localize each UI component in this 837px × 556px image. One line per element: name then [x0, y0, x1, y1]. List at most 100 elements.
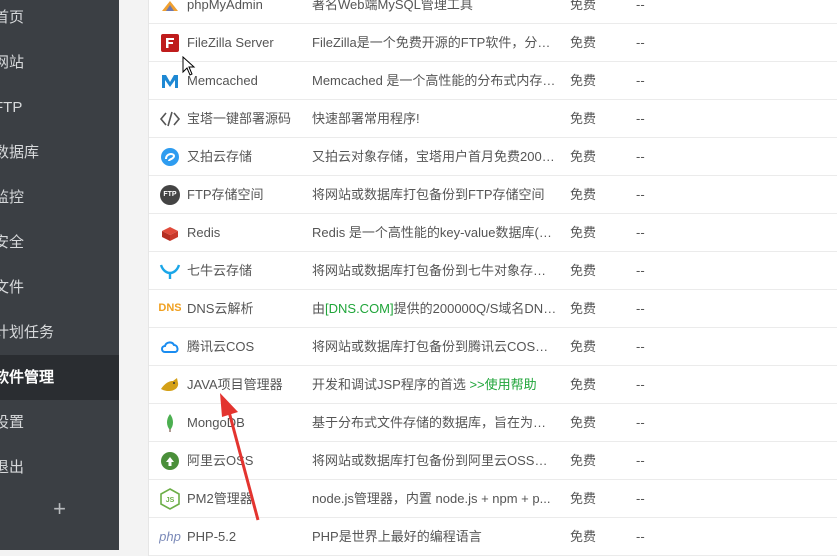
- software-name[interactable]: DNS云解析: [187, 290, 305, 327]
- software-desc: 将网站或数据库打包备份到腾讯云COS对象...: [312, 339, 558, 354]
- software-name[interactable]: 七牛云存储: [187, 252, 305, 289]
- software-expire: --: [636, 339, 645, 354]
- sidebar-item-settings[interactable]: 设置: [0, 400, 119, 445]
- ftp-storage-icon: FTP: [159, 176, 181, 213]
- sidebar-item-cron[interactable]: 计划任务: [0, 310, 119, 355]
- software-price: 免费: [570, 263, 597, 278]
- sidebar-item-label: 文件: [0, 279, 25, 296]
- main-content: phpMyAdmin 著名Web端MySQL管理工具 免费 -- FileZil…: [119, 0, 837, 556]
- svg-text:JS: JS: [166, 497, 175, 504]
- software-price: 免费: [570, 377, 597, 392]
- sidebar: 首页 网站 FTP 数据库 监控 安全 文件 计划任务 软件管理 设置 退出 +: [0, 0, 119, 550]
- software-name[interactable]: 阿里云OSS: [187, 442, 305, 479]
- software-price: 免费: [570, 491, 597, 506]
- software-price: 免费: [570, 149, 597, 164]
- table-row: 七牛云存储 将网站或数据库打包备份到七牛对象存储空... 免费 --: [149, 252, 837, 290]
- software-desc: 将网站或数据库打包备份到七牛对象存储空...: [312, 263, 558, 278]
- software-name[interactable]: MongoDB: [187, 404, 305, 441]
- sidebar-item-monitor[interactable]: 监控: [0, 175, 119, 220]
- php-icon: php: [159, 529, 181, 544]
- software-name[interactable]: 又拍云存储: [187, 138, 305, 175]
- software-desc: 将网站或数据库打包备份到FTP存储空间: [312, 187, 545, 202]
- software-name[interactable]: PM2管理器: [187, 480, 305, 517]
- software-price: 免费: [570, 301, 597, 316]
- software-name[interactable]: JAVA项目管理器: [187, 366, 305, 403]
- software-desc: Redis 是一个高性能的key-value数据库(要...: [312, 225, 558, 240]
- sidebar-item-label: 安全: [0, 234, 25, 251]
- sidebar-item-label: 首页: [0, 9, 25, 26]
- tencent-cloud-icon: [159, 328, 181, 365]
- table-row: 腾讯云COS 将网站或数据库打包备份到腾讯云COS对象... 免费 --: [149, 328, 837, 366]
- software-desc: 又拍云对象存储，宝塔用户首月免费200G...: [312, 149, 558, 164]
- add-button[interactable]: +: [0, 488, 119, 530]
- software-name[interactable]: PHP-5.2: [187, 518, 305, 555]
- mouse-cursor-icon: [182, 56, 196, 76]
- table-row: phpMyAdmin 著名Web端MySQL管理工具 免费 --: [149, 0, 837, 24]
- software-desc: PHP是世界上最好的编程语言: [312, 529, 482, 544]
- redis-icon: [159, 214, 181, 251]
- upyun-icon: [159, 138, 181, 175]
- code-icon: [159, 100, 181, 137]
- software-desc: FileZilla是一个免费开源的FTP软件，分为客...: [312, 35, 558, 50]
- software-price: 免费: [570, 225, 597, 240]
- software-price: 免费: [570, 187, 597, 202]
- sidebar-item-website[interactable]: 网站: [0, 40, 119, 85]
- table-row: 阿里云OSS 将网站或数据库打包备份到阿里云OSS对象... 免费 --: [149, 442, 837, 480]
- table-row: JS PM2管理器 node.js管理器，内置 node.js + npm + …: [149, 480, 837, 518]
- software-desc: Memcached 是一个高性能的分布式内存对...: [312, 73, 558, 88]
- software-desc: 将网站或数据库打包备份到阿里云OSS对象...: [312, 453, 558, 468]
- sidebar-item-label: 数据库: [0, 144, 40, 161]
- sidebar-item-database[interactable]: 数据库: [0, 130, 119, 175]
- software-name[interactable]: FileZilla Server: [187, 24, 305, 61]
- dns-link[interactable]: [DNS.COM]: [325, 301, 394, 316]
- tomcat-icon: [159, 366, 181, 403]
- sidebar-item-ftp[interactable]: FTP: [0, 85, 119, 130]
- software-price: 免费: [570, 339, 597, 354]
- software-price: 免费: [570, 73, 597, 88]
- mongodb-icon: [159, 404, 181, 441]
- software-expire: --: [636, 377, 645, 392]
- sidebar-item-label: 退出: [0, 459, 25, 476]
- software-desc: node.js管理器，内置 node.js + npm + p...: [312, 491, 551, 506]
- table-row: 宝塔一键部署源码 快速部署常用程序! 免费 --: [149, 100, 837, 138]
- sidebar-item-software[interactable]: 软件管理: [0, 355, 119, 400]
- software-price: 免费: [570, 453, 597, 468]
- software-price: 免费: [570, 35, 597, 50]
- software-expire: --: [636, 263, 645, 278]
- table-row: 又拍云存储 又拍云对象存储，宝塔用户首月免费200G... 免费 --: [149, 138, 837, 176]
- sidebar-item-home[interactable]: 首页: [0, 0, 119, 40]
- software-expire: --: [636, 149, 645, 164]
- software-desc: 由[DNS.COM]提供的200000Q/S域名DNS...: [312, 301, 558, 316]
- qiniu-icon: [159, 252, 181, 289]
- software-name[interactable]: 宝塔一键部署源码: [187, 100, 305, 137]
- aliyun-oss-icon: [159, 442, 181, 479]
- sidebar-item-label: 设置: [0, 414, 25, 431]
- table-row: Redis Redis 是一个高性能的key-value数据库(要... 免费 …: [149, 214, 837, 252]
- sidebar-item-files[interactable]: 文件: [0, 265, 119, 310]
- software-expire: --: [636, 415, 645, 430]
- software-name[interactable]: phpMyAdmin: [187, 0, 305, 23]
- software-expire: --: [636, 453, 645, 468]
- help-link[interactable]: >>使用帮助: [469, 377, 536, 392]
- software-expire: --: [636, 529, 645, 544]
- software-price: 免费: [570, 415, 597, 430]
- software-name[interactable]: Memcached: [187, 62, 305, 99]
- sidebar-item-label: FTP: [0, 99, 23, 116]
- software-name[interactable]: FTP存储空间: [187, 176, 305, 213]
- table-row: JAVA项目管理器 开发和调试JSP程序的首选 >>使用帮助 免费 --: [149, 366, 837, 404]
- software-name[interactable]: 腾讯云COS: [187, 328, 305, 365]
- table-row: Memcached Memcached 是一个高性能的分布式内存对... 免费 …: [149, 62, 837, 100]
- sidebar-item-security[interactable]: 安全: [0, 220, 119, 265]
- software-desc: 基于分布式文件存储的数据库，旨在为WEB...: [312, 415, 558, 430]
- software-desc: 开发和调试JSP程序的首选 >>使用帮助: [312, 377, 537, 392]
- software-expire: --: [636, 73, 645, 88]
- table-row: FileZilla Server FileZilla是一个免费开源的FTP软件，…: [149, 24, 837, 62]
- sidebar-item-label: 监控: [0, 189, 25, 206]
- software-name[interactable]: Redis: [187, 214, 305, 251]
- nodejs-icon: JS: [159, 480, 181, 517]
- table-row: DNS DNS云解析 由[DNS.COM]提供的200000Q/S域名DNS..…: [149, 290, 837, 328]
- software-price: 免费: [570, 111, 597, 126]
- sidebar-item-label: 软件管理: [0, 369, 55, 386]
- sidebar-item-logout[interactable]: 退出: [0, 445, 119, 490]
- software-expire: --: [636, 111, 645, 126]
